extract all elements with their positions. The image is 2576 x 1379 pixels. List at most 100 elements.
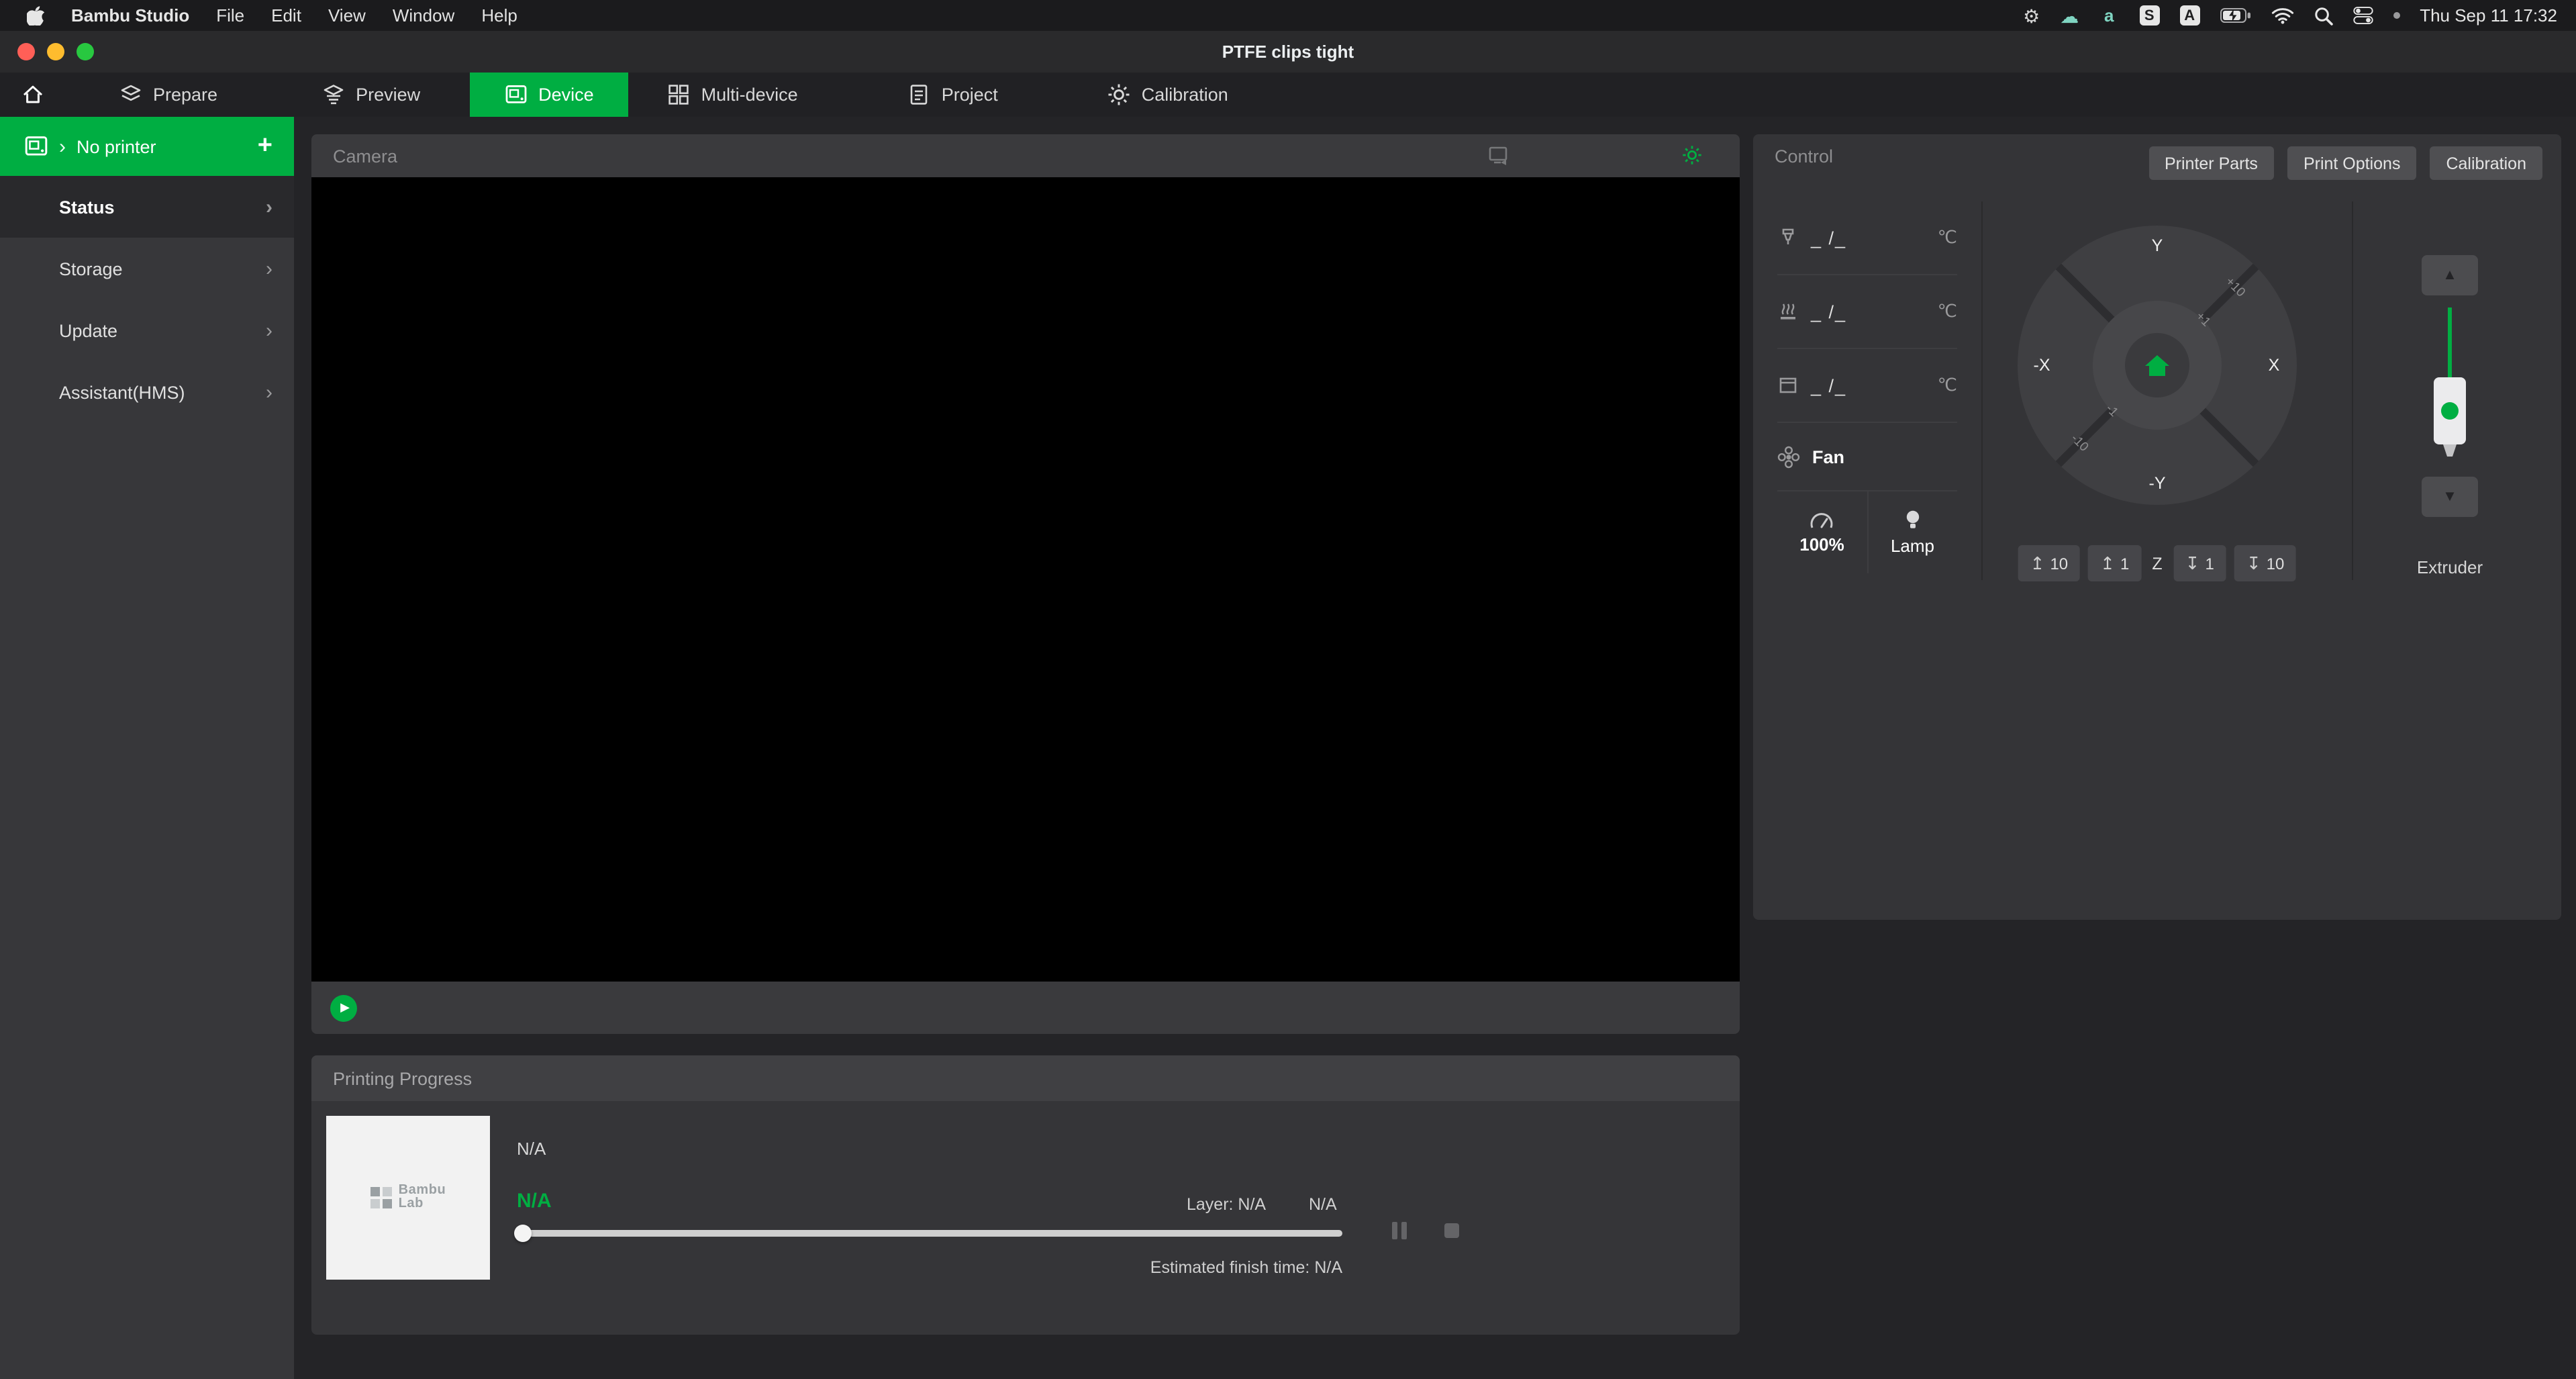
gauge-icon	[1810, 511, 1834, 528]
home-icon	[2144, 353, 2171, 377]
extruder-label: Extruder	[2417, 557, 2483, 577]
print-file-name: N/A	[517, 1139, 546, 1159]
axis-neg-x-label: -X	[2034, 356, 2050, 375]
home-button[interactable]	[0, 73, 64, 117]
xy-movement-pad[interactable]: Y X -X -Y +10 +1 -1 -10	[2018, 226, 2297, 505]
lamp-icon	[1903, 509, 1922, 530]
camera-flip-icon[interactable]	[1489, 145, 1512, 165]
input-source-icon[interactable]: A	[2179, 5, 2199, 26]
camera-settings-icon[interactable]	[1682, 145, 1702, 165]
tab-prepare[interactable]: Prepare	[94, 73, 243, 117]
nozzle-icon	[1777, 227, 1799, 248]
fan-speed-control[interactable]: 100%	[1777, 491, 1868, 573]
menu-clock[interactable]: Thu Sep 11 17:32	[2420, 5, 2557, 26]
cloud-status-icon[interactable]: ☁	[2060, 6, 2079, 25]
z-controls: ↥ 10 ↥ 1 Z ↧ 1 ↧ 10	[2018, 545, 2297, 581]
estimated-finish-time: Estimated finish time: N/A	[517, 1258, 1342, 1277]
printer-icon	[24, 134, 48, 158]
gear-status-icon[interactable]: ⚙	[2023, 6, 2040, 25]
chamber-temp-unit: ℃	[1938, 375, 1957, 396]
device-icon	[505, 83, 528, 106]
axis-neg-y-label: -Y	[2149, 474, 2166, 493]
control-center-icon[interactable]	[2352, 5, 2373, 26]
status-dot-icon	[2393, 12, 2399, 19]
main-tab-bar: Prepare Preview Device Multi-device Proj…	[0, 73, 2576, 117]
z-up-1-button[interactable]: ↥ 1	[2088, 545, 2141, 581]
camera-title: Camera	[333, 146, 397, 166]
z-down-1-button[interactable]: ↧ 1	[2173, 545, 2226, 581]
wifi-icon[interactable]	[2271, 7, 2293, 24]
battery-icon[interactable]	[2220, 8, 2250, 23]
spotlight-search-icon[interactable]	[2314, 6, 2332, 25]
document-title: PTFE clips tight	[1222, 42, 1354, 62]
sidebar-item-assistant[interactable]: Assistant(HMS) ›	[0, 361, 294, 423]
stop-button[interactable]	[1444, 1223, 1459, 1238]
bambu-lab-logo: Bambu Lab	[370, 1184, 446, 1212]
fan-label: Fan	[1812, 446, 1844, 467]
menu-view[interactable]: View	[328, 5, 366, 26]
lamp-label: Lamp	[1891, 536, 1934, 556]
z-axis-label: Z	[2152, 554, 2162, 573]
tab-multi-device[interactable]: Multi-device	[642, 73, 824, 117]
calibration-icon	[1108, 83, 1131, 106]
pause-button[interactable]	[1392, 1222, 1411, 1239]
triangle-up-icon: ▲	[2442, 267, 2457, 283]
printer-name: No printer	[77, 136, 247, 156]
camera-play-button[interactable]: ▶	[330, 994, 357, 1021]
control-title: Control	[1775, 146, 1833, 167]
close-button[interactable]	[17, 43, 35, 60]
menu-help[interactable]: Help	[481, 5, 517, 26]
menu-edit[interactable]: Edit	[271, 5, 301, 26]
tab-device[interactable]: Device	[470, 73, 629, 117]
prepare-icon	[119, 83, 142, 106]
add-printer-button[interactable]: +	[258, 132, 273, 161]
extrude-up-button[interactable]: ▲	[2422, 255, 2478, 295]
lamp-toggle[interactable]: Lamp	[1868, 491, 1957, 573]
device-sidebar: › No printer + Status › Storage › Update…	[0, 117, 294, 1379]
tab-preview[interactable]: Preview	[297, 73, 446, 117]
menu-app-name[interactable]: Bambu Studio	[71, 5, 189, 26]
time-remaining: N/A	[1309, 1195, 1337, 1214]
zoom-button[interactable]	[77, 43, 94, 60]
chamber-temp-row[interactable]: _ /_ ℃	[1777, 349, 1957, 423]
camera-video-area	[311, 177, 1740, 982]
printing-progress-title: Printing Progress	[333, 1068, 472, 1088]
chamber-temp-value[interactable]: _ /_	[1811, 375, 1926, 395]
sidebar-item-update[interactable]: Update ›	[0, 299, 294, 361]
nozzle-temp-value[interactable]: _ /_	[1811, 228, 1926, 248]
printer-parts-button[interactable]: Printer Parts	[2148, 146, 2274, 180]
menu-window[interactable]: Window	[393, 5, 455, 26]
chevron-right-icon: ›	[59, 135, 66, 158]
extruder-graphic	[2423, 302, 2477, 470]
extrude-down-button[interactable]: ▼	[2422, 477, 2478, 517]
print-status: N/A	[517, 1190, 552, 1212]
arrow-up-bar-icon: ↥	[2100, 553, 2115, 574]
bed-temp-value[interactable]: _ /_	[1811, 301, 1926, 322]
home-xy-button[interactable]	[2125, 333, 2189, 397]
window-controls	[17, 31, 94, 73]
arrow-up-bar-icon: ↥	[2030, 553, 2045, 574]
printer-selector[interactable]: › No printer +	[0, 117, 294, 176]
calibration-button[interactable]: Calibration	[2430, 146, 2542, 180]
bed-icon	[1777, 301, 1799, 322]
z-up-10-button[interactable]: ↥ 10	[2018, 545, 2081, 581]
app-s-badge-icon[interactable]: S	[2139, 5, 2159, 26]
minimize-button[interactable]	[47, 43, 64, 60]
macos-menu-bar: Bambu Studio File Edit View Window Help …	[0, 0, 2576, 31]
project-icon	[908, 83, 931, 106]
nozzle-temp-unit: ℃	[1938, 227, 1957, 248]
menu-file[interactable]: File	[216, 5, 244, 26]
bed-temp-row[interactable]: _ /_ ℃	[1777, 275, 1957, 349]
tab-project[interactable]: Project	[883, 73, 1024, 117]
sidebar-item-status[interactable]: Status ›	[0, 176, 294, 238]
divider	[1981, 201, 1983, 580]
tab-calibration[interactable]: Calibration	[1083, 73, 1254, 117]
print-thumbnail: Bambu Lab	[326, 1116, 490, 1280]
assistant-a-icon[interactable]: a	[2099, 5, 2119, 26]
nozzle-temp-row[interactable]: _ /_ ℃	[1777, 201, 1957, 275]
z-down-10-button[interactable]: ↧ 10	[2234, 545, 2297, 581]
print-options-button[interactable]: Print Options	[2287, 146, 2417, 180]
apple-menu-icon[interactable]	[27, 5, 44, 26]
progress-bar[interactable]	[517, 1230, 1342, 1237]
sidebar-item-storage[interactable]: Storage ›	[0, 238, 294, 299]
